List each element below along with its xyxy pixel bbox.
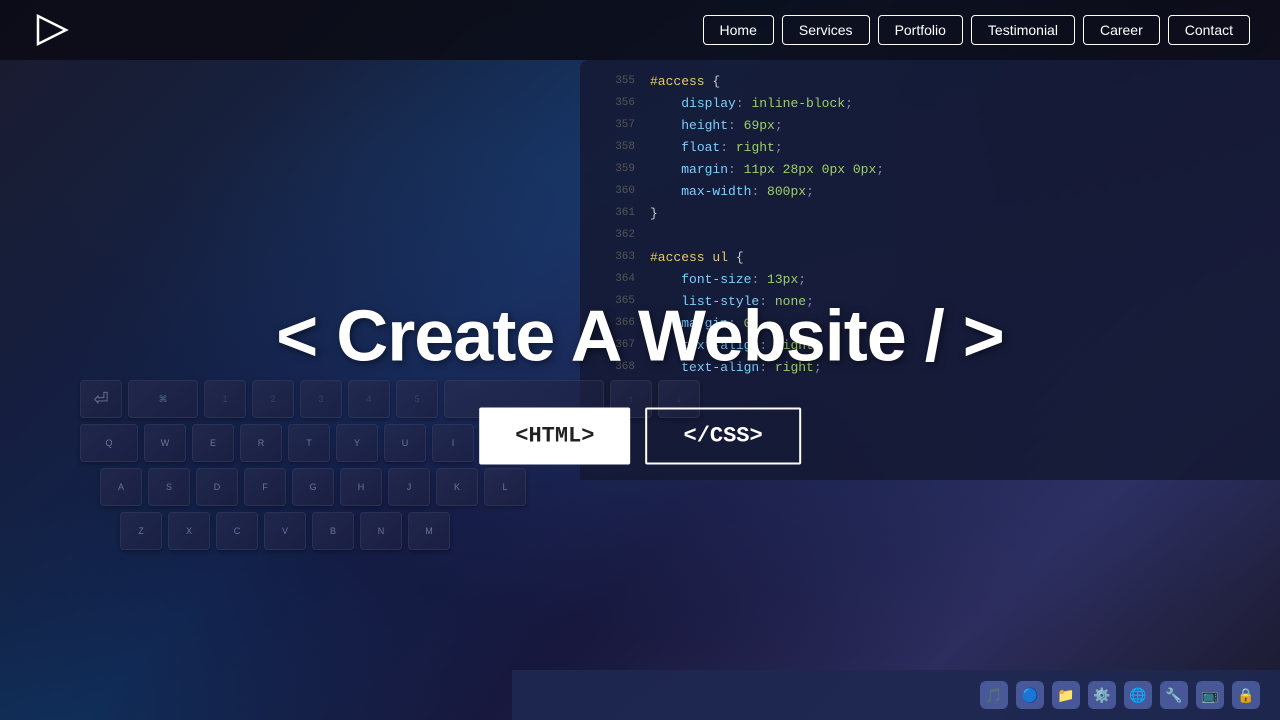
nav-links: Home Services Portfolio Testimonial Care… <box>703 15 1250 45</box>
logo[interactable] <box>30 10 70 50</box>
hero-content: < Create A Website / > <HTML> </CSS> <box>276 296 1004 465</box>
hero-title: < Create A Website / > <box>276 296 1004 378</box>
html-button[interactable]: <HTML> <box>479 408 630 465</box>
taskbar-icon-7: 📺 <box>1196 681 1224 709</box>
taskbar: 🎵 🔵 📁 ⚙️ 🌐 🔧 📺 🔒 <box>512 670 1280 720</box>
navbar: Home Services Portfolio Testimonial Care… <box>0 0 1280 60</box>
hero-buttons: <HTML> </CSS> <box>276 408 1004 465</box>
css-button[interactable]: </CSS> <box>645 408 800 465</box>
nav-link-services[interactable]: Services <box>782 15 870 45</box>
taskbar-icon-3: 📁 <box>1052 681 1080 709</box>
taskbar-icon-1: 🎵 <box>980 681 1008 709</box>
play-icon <box>30 10 70 50</box>
taskbar-icon-8: 🔒 <box>1232 681 1260 709</box>
taskbar-icon-6: 🔧 <box>1160 681 1188 709</box>
taskbar-icon-5: 🌐 <box>1124 681 1152 709</box>
taskbar-icon-4: ⚙️ <box>1088 681 1116 709</box>
nav-link-portfolio[interactable]: Portfolio <box>878 15 963 45</box>
taskbar-icon-2: 🔵 <box>1016 681 1044 709</box>
nav-link-career[interactable]: Career <box>1083 15 1160 45</box>
nav-link-testimonial[interactable]: Testimonial <box>971 15 1075 45</box>
nav-link-contact[interactable]: Contact <box>1168 15 1250 45</box>
nav-link-home[interactable]: Home <box>703 15 774 45</box>
